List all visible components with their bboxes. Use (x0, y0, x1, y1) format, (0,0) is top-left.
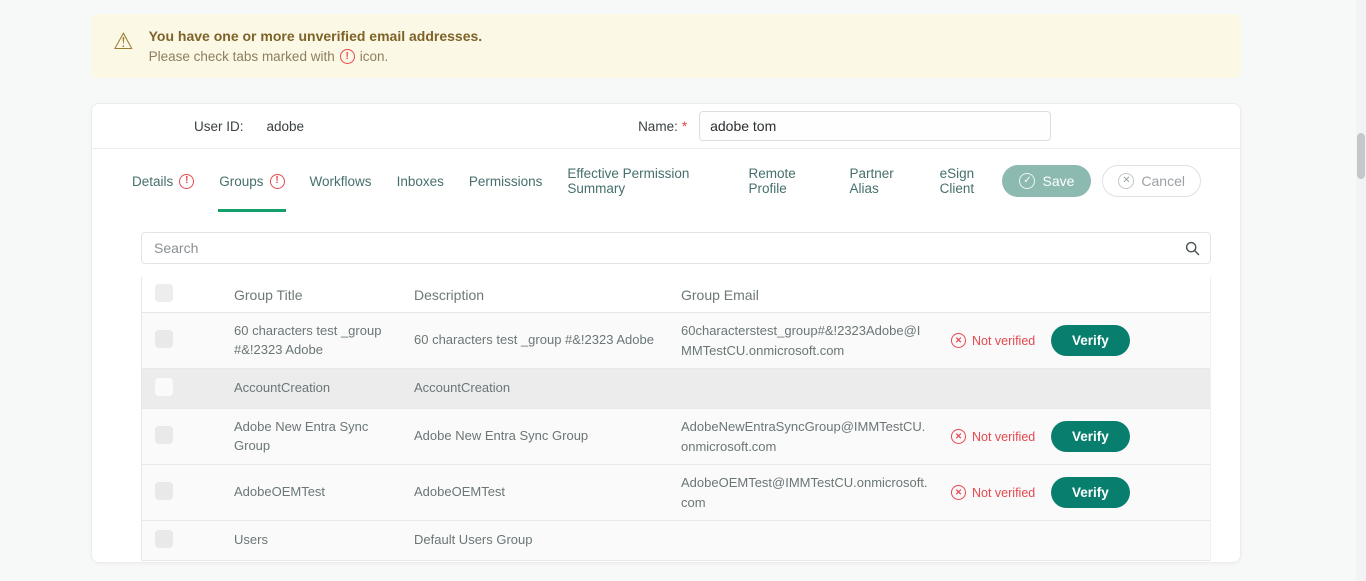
verification-status: ✕ Not verified (951, 333, 1051, 348)
user-detail-card: User ID: adobe Name: * Details ! Groups … (91, 103, 1241, 563)
search-icon (1185, 241, 1200, 261)
search-input[interactable] (141, 232, 1211, 264)
not-verified-label: Not verified (972, 334, 1035, 348)
tab-esign-client-label: eSign Client (940, 166, 1002, 196)
action-buttons: ✓ Save ✕ Cancel (1002, 165, 1201, 197)
tab-partner-alias[interactable]: Partner Alias (848, 149, 915, 212)
row-checkbox[interactable] (155, 482, 173, 500)
tab-workflows[interactable]: Workflows (309, 149, 373, 212)
tabs-row: Details ! Groups ! Workflows Inboxes Per… (92, 149, 1240, 212)
unverified-email-banner: ⚠ You have one or more unverified email … (91, 14, 1241, 78)
group-email: 60characterstest_group#&!2323Adobe@IMMTe… (681, 321, 951, 360)
group-email: AdobeNewEntraSyncGroup@IMMTestCU.onmicro… (681, 417, 951, 456)
tab-effective-permission-summary[interactable]: Effective Permission Summary (566, 149, 724, 212)
verify-button[interactable]: Verify (1051, 325, 1130, 356)
not-verified-icon: ✕ (951, 429, 966, 444)
required-asterisk: * (682, 119, 687, 134)
check-icon: ✓ (1019, 173, 1035, 189)
search-bar (141, 232, 1211, 264)
not-verified-icon: ✕ (951, 485, 966, 500)
column-header-group-email: Group Email (681, 287, 951, 303)
user-header-row: User ID: adobe Name: * (92, 104, 1240, 149)
tab-inboxes[interactable]: Inboxes (396, 149, 445, 212)
tab-groups-label: Groups (219, 174, 263, 189)
tab-list: Details ! Groups ! Workflows Inboxes Per… (131, 149, 1002, 212)
table-row: Adobe New Entra Sync Group Adobe New Ent… (142, 409, 1210, 465)
row-checkbox[interactable] (155, 330, 173, 348)
save-button-label: Save (1042, 173, 1074, 189)
tab-remote-profile[interactable]: Remote Profile (748, 149, 826, 212)
tab-details-label: Details (132, 174, 173, 189)
not-verified-label: Not verified (972, 486, 1035, 500)
group-title: Adobe New Entra Sync Group (234, 418, 414, 456)
scrollbar-thumb[interactable] (1357, 133, 1365, 179)
alert-icon: ! (340, 49, 355, 64)
verify-button[interactable]: Verify (1051, 477, 1130, 508)
close-icon: ✕ (1118, 173, 1134, 189)
group-title: AdobeOEMTest (234, 483, 414, 502)
verify-button[interactable]: Verify (1051, 421, 1130, 452)
table-row: Users Default Users Group (142, 521, 1210, 561)
tab-warning-icon: ! (270, 174, 285, 189)
column-header-description: Description (414, 287, 681, 303)
group-description: Adobe New Entra Sync Group (414, 427, 681, 446)
group-title: AccountCreation (234, 379, 414, 398)
tab-permissions[interactable]: Permissions (468, 149, 544, 212)
tab-details[interactable]: Details ! (131, 149, 195, 212)
group-email: AdobeOEMTest@IMMTestCU.onmicrosoft.com (681, 473, 951, 512)
verification-status: ✕ Not verified (951, 429, 1051, 444)
verification-status: ✕ Not verified (951, 485, 1051, 500)
banner-text: You have one or more unverified email ad… (149, 28, 483, 64)
group-description: AdobeOEMTest (414, 483, 681, 502)
tab-effective-permission-summary-label: Effective Permission Summary (567, 166, 723, 196)
cancel-button[interactable]: ✕ Cancel (1102, 165, 1201, 197)
tab-partner-alias-label: Partner Alias (849, 166, 914, 196)
banner-subtitle: Please check tabs marked with ! icon. (149, 49, 483, 64)
name-input[interactable] (699, 111, 1051, 141)
not-verified-icon: ✕ (951, 333, 966, 348)
group-description: 60 characters test _group #&!2323 Adobe (414, 331, 681, 350)
tab-remote-profile-label: Remote Profile (749, 166, 825, 196)
column-header-group-title: Group Title (234, 287, 414, 303)
tab-esign-client[interactable]: eSign Client (939, 149, 1003, 212)
groups-table: Group Title Description Group Email 60 c… (141, 277, 1211, 561)
group-title: 60 characters test _group #&!2323 Adobe (234, 322, 414, 360)
name-label: Name: (638, 119, 678, 134)
row-checkbox[interactable] (155, 378, 173, 396)
user-id-value: adobe (267, 119, 305, 134)
page-scrollbar[interactable] (1356, 0, 1366, 581)
banner-subtitle-suffix: icon. (360, 49, 389, 64)
tab-workflows-label: Workflows (310, 174, 372, 189)
tab-warning-icon: ! (179, 174, 194, 189)
table-row: 60 characters test _group #&!2323 Adobe … (142, 313, 1210, 369)
row-checkbox[interactable] (155, 530, 173, 548)
user-id-label: User ID: (194, 119, 244, 134)
table-header-row: Group Title Description Group Email (142, 277, 1210, 313)
group-title: Users (234, 531, 414, 550)
tab-inboxes-label: Inboxes (397, 174, 444, 189)
warning-triangle-icon: ⚠ (113, 28, 134, 54)
tab-permissions-label: Permissions (469, 174, 543, 189)
group-description: AccountCreation (414, 379, 681, 398)
banner-title: You have one or more unverified email ad… (149, 28, 483, 44)
select-all-checkbox[interactable] (155, 284, 173, 302)
banner-subtitle-prefix: Please check tabs marked with (149, 49, 335, 64)
tab-groups[interactable]: Groups ! (218, 149, 285, 212)
table-row: AccountCreation AccountCreation (142, 369, 1210, 409)
row-checkbox[interactable] (155, 426, 173, 444)
save-button[interactable]: ✓ Save (1002, 165, 1091, 197)
table-row: AdobeOEMTest AdobeOEMTest AdobeOEMTest@I… (142, 465, 1210, 521)
not-verified-label: Not verified (972, 430, 1035, 444)
group-description: Default Users Group (414, 531, 681, 550)
cancel-button-label: Cancel (1141, 173, 1185, 189)
